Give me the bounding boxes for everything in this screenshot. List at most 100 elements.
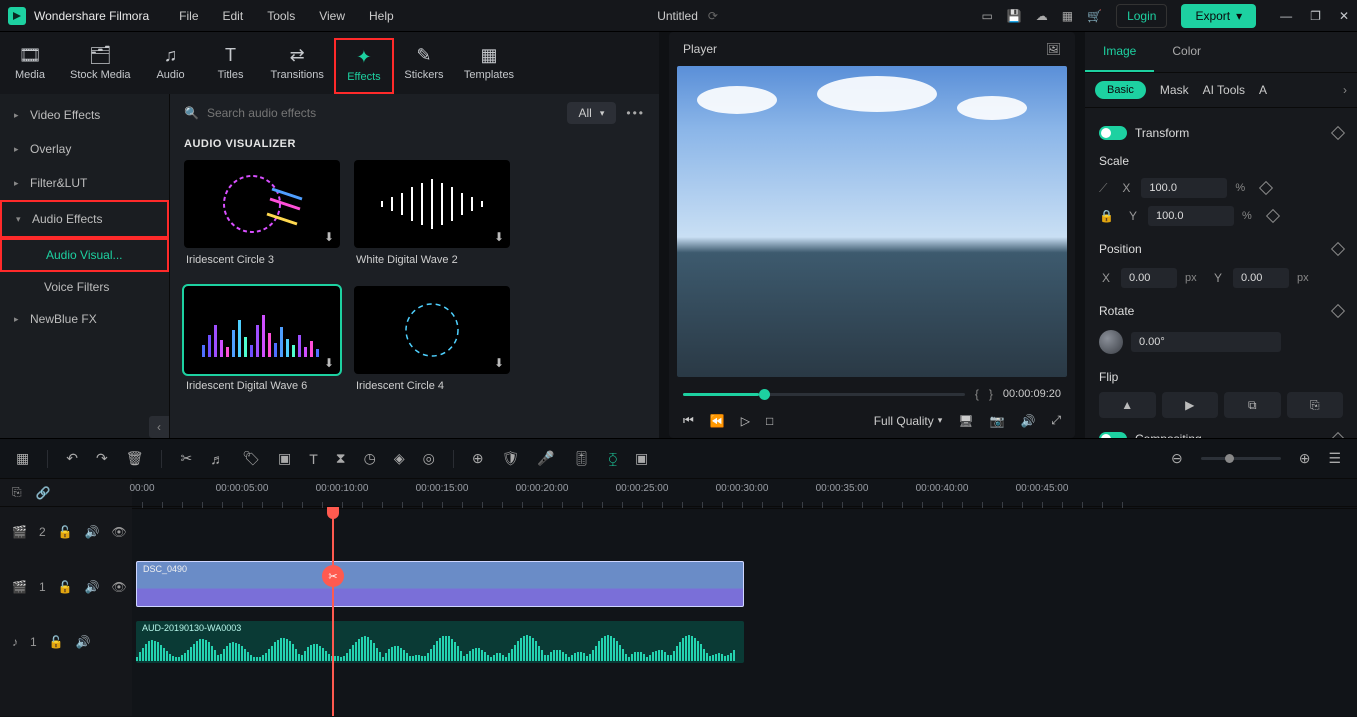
menu-tools[interactable]: Tools xyxy=(267,9,295,23)
effect-card[interactable]: ⬇ Iridescent Circle 4 xyxy=(354,286,510,398)
close-icon[interactable]: ✕ xyxy=(1339,9,1349,23)
keyframe-icon[interactable] xyxy=(1331,126,1345,140)
device-icon[interactable]: ▭ xyxy=(981,9,992,23)
camera-icon[interactable]: 📷 xyxy=(989,414,1004,428)
rp-subtab-ai[interactable]: AI Tools xyxy=(1203,83,1245,97)
mic-icon[interactable]: 🎤 xyxy=(537,450,554,467)
rp-subtab-basic[interactable]: Basic xyxy=(1095,81,1146,99)
split-icon[interactable]: ✂ xyxy=(322,565,344,587)
color-icon[interactable]: ◈ xyxy=(394,450,405,467)
mark-out-icon[interactable]: } xyxy=(989,387,993,401)
save-icon[interactable]: 💾 xyxy=(1007,9,1022,23)
mixer-icon[interactable]: 🎚 xyxy=(573,450,591,467)
maximize-icon[interactable]: ❐ xyxy=(1310,9,1321,23)
lock-icon[interactable]: 🔓 xyxy=(58,525,73,539)
download-icon[interactable]: ⬇ xyxy=(494,230,504,244)
mute-icon[interactable]: 🔊 xyxy=(85,525,100,539)
transform-toggle[interactable] xyxy=(1099,126,1127,140)
fullscreen-icon[interactable]: ⤢ xyxy=(1051,413,1061,428)
link-icon[interactable]: ⟋ xyxy=(1099,181,1107,196)
delete-icon[interactable]: 🗑 xyxy=(126,450,144,467)
redo-icon[interactable]: ↷ xyxy=(96,450,108,467)
music-icon[interactable]: ♬ xyxy=(210,451,224,467)
tl-link-icon[interactable]: 🔗 xyxy=(36,486,51,500)
volume-icon[interactable]: 🔊 xyxy=(1020,414,1035,428)
zoom-out-icon[interactable]: ⊖ xyxy=(1171,450,1183,467)
step-back-icon[interactable]: ⏪ xyxy=(710,414,725,428)
sidebar-overlay[interactable]: ▸Overlay xyxy=(0,132,169,166)
display-icon[interactable]: 🖥 xyxy=(958,414,973,428)
download-icon[interactable]: ⬇ xyxy=(324,356,334,370)
menu-edit[interactable]: Edit xyxy=(223,9,244,23)
flip-copy-button[interactable]: ⧉ xyxy=(1224,392,1281,418)
effect-card[interactable]: ⬇ Iridescent Digital Wave 6 xyxy=(184,286,340,398)
flip-h-button[interactable]: ▲ xyxy=(1099,392,1156,418)
prev-frame-icon[interactable]: ⏮ xyxy=(683,413,694,428)
pos-x-input[interactable] xyxy=(1121,268,1177,288)
sidebar-filter-lut[interactable]: ▸Filter&LUT xyxy=(0,166,169,200)
tab-stickers[interactable]: ✎Stickers xyxy=(394,38,454,94)
rotate-input[interactable] xyxy=(1131,332,1281,352)
sidebar-audio-visualizer[interactable]: Audio Visual... xyxy=(0,238,169,272)
tab-media[interactable]: 🎞Media xyxy=(0,38,60,94)
scale-x-input[interactable] xyxy=(1141,178,1227,198)
sidebar-video-effects[interactable]: ▸Video Effects xyxy=(0,98,169,132)
lock-icon[interactable]: 🔓 xyxy=(58,580,73,594)
lock-icon[interactable]: 🔒 xyxy=(1099,209,1114,223)
pos-y-input[interactable] xyxy=(1233,268,1289,288)
rp-subtab-mask[interactable]: Mask xyxy=(1160,83,1189,97)
cart-icon[interactable]: 🛒 xyxy=(1087,9,1102,23)
mute-icon[interactable]: 🔊 xyxy=(85,580,100,594)
snapshot-icon[interactable]: 🖼 xyxy=(1046,42,1061,56)
magnet-icon[interactable]: ⧲ xyxy=(609,450,617,467)
keyframe-icon[interactable] xyxy=(1266,209,1280,223)
menu-view[interactable]: View xyxy=(319,9,345,23)
undo-icon[interactable]: ↶ xyxy=(66,450,78,467)
tl-layout-icon[interactable]: ▦ xyxy=(16,450,29,467)
tab-templates[interactable]: ▦Templates xyxy=(454,38,524,94)
more-button[interactable]: ••• xyxy=(626,106,645,120)
circle-icon[interactable]: ◎ xyxy=(423,450,435,467)
effect-card[interactable]: ⬇ White Digital Wave 2 xyxy=(354,160,510,272)
lock-icon[interactable]: 🔓 xyxy=(49,635,64,649)
rp-tab-image[interactable]: Image xyxy=(1085,32,1154,72)
keyframe-icon[interactable] xyxy=(1331,304,1345,318)
rp-subtab-next[interactable]: › xyxy=(1343,83,1347,97)
download-icon[interactable]: ⬇ xyxy=(324,230,334,244)
tl-view-icon[interactable]: ☰ xyxy=(1328,450,1341,467)
tag-icon[interactable]: 🏷 xyxy=(242,450,260,467)
marker-icon[interactable]: ▣ xyxy=(635,450,648,467)
sidebar-audio-effects[interactable]: ▾Audio Effects xyxy=(0,200,169,238)
mute-icon[interactable]: 🔊 xyxy=(76,635,91,649)
crop-icon[interactable]: ▣ xyxy=(278,450,291,467)
login-button[interactable]: Login xyxy=(1116,4,1167,28)
stop-icon[interactable]: □ xyxy=(766,414,773,428)
rp-tab-color[interactable]: Color xyxy=(1154,32,1219,72)
track-opt-icon[interactable]: ⊕ xyxy=(472,450,484,467)
speed-icon[interactable]: ⧗ xyxy=(336,450,346,467)
tab-stock-media[interactable]: 🗂Stock Media xyxy=(60,38,141,94)
player-viewport[interactable] xyxy=(677,66,1067,377)
tab-audio[interactable]: ♫Audio xyxy=(141,38,201,94)
keyframe-icon[interactable] xyxy=(1331,432,1345,438)
keyframe-icon[interactable] xyxy=(1331,242,1345,256)
cloud-icon[interactable]: ☁ xyxy=(1036,9,1048,23)
shield-icon[interactable]: 🛡 xyxy=(502,450,520,467)
tab-titles[interactable]: TTitles xyxy=(201,38,261,94)
sidebar-newblue-fx[interactable]: ▸NewBlue FX xyxy=(0,302,169,336)
sidebar-voice-filters[interactable]: Voice Filters xyxy=(0,272,169,302)
play-icon[interactable]: ▷ xyxy=(741,414,750,428)
scrub-bar[interactable] xyxy=(683,393,965,396)
video-clip[interactable]: DSC_0490 xyxy=(136,561,744,607)
quality-dropdown[interactable]: Full Quality▾ xyxy=(874,414,943,428)
menu-file[interactable]: File xyxy=(179,9,198,23)
text-icon[interactable]: T xyxy=(309,451,318,467)
sidebar-collapse-button[interactable]: ‹ xyxy=(149,416,169,438)
apps-icon[interactable]: ▦ xyxy=(1062,9,1073,23)
playhead[interactable]: ✂ xyxy=(332,507,334,716)
scale-y-input[interactable] xyxy=(1148,206,1234,226)
filter-dropdown[interactable]: All▾ xyxy=(567,102,617,124)
tab-effects[interactable]: ✦Effects xyxy=(334,38,394,94)
rp-subtab-a[interactable]: A xyxy=(1259,83,1267,97)
download-icon[interactable]: ⬇ xyxy=(494,356,504,370)
